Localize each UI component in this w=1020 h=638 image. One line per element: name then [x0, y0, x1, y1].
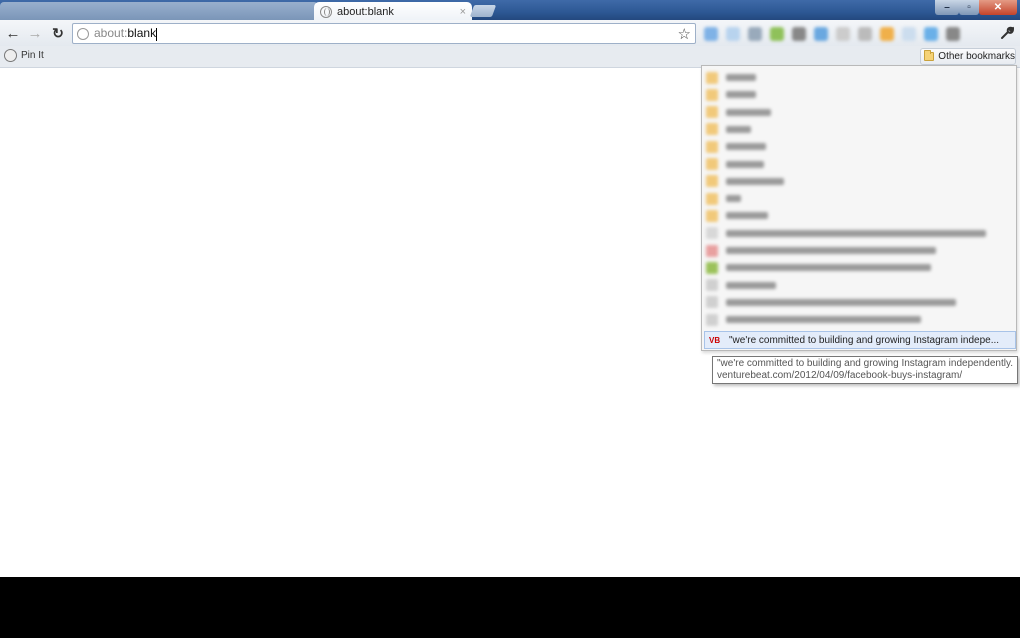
tab-title: about:blank	[337, 5, 394, 18]
address-text[interactable]: about:blank	[94, 26, 158, 41]
dropdown-item[interactable]	[706, 311, 921, 328]
dropdown-item[interactable]	[706, 277, 776, 294]
close-window-button[interactable]: ✕	[979, 0, 1017, 15]
dropdown-item-highlighted[interactable]: VB "we're committed to building and grow…	[704, 331, 1016, 349]
dropdown-item[interactable]	[706, 259, 931, 276]
back-button[interactable]: ←	[4, 24, 22, 42]
dropdown-item-label	[726, 125, 751, 133]
bookmark-icon[interactable]	[836, 26, 850, 41]
new-tab-button[interactable]	[469, 5, 497, 17]
dropdown-item-label	[726, 298, 956, 306]
dropdown-item-icon	[706, 158, 718, 170]
folder-icon	[924, 50, 935, 61]
bookmark-pin-it[interactable]: Pin It	[4, 49, 44, 62]
dropdown-item-label	[726, 247, 936, 254]
bookmark-icon[interactable]	[858, 26, 872, 41]
dropdown-item-icon	[706, 227, 718, 240]
dropdown-item-icon	[706, 88, 718, 101]
dropdown-item[interactable]	[706, 207, 768, 224]
dropdown-item-icon	[706, 296, 718, 309]
extension-icons[interactable]	[702, 23, 994, 44]
tab-about-blank[interactable]: about:blank ×	[314, 2, 472, 21]
dropdown-item-label: "we're committed to building and growing…	[729, 334, 1000, 346]
dropdown-item[interactable]	[706, 104, 771, 121]
tab-close-icon[interactable]: ×	[460, 6, 466, 18]
dropdown-item-icon	[706, 192, 718, 205]
dropdown-item[interactable]	[706, 121, 751, 138]
dropdown-item-icon	[706, 261, 718, 274]
navigation-toolbar: ← → ↻ about:blank ☆	[0, 20, 1020, 46]
tooltip-title: "we're committed to building and growing…	[717, 358, 1013, 369]
venturebeat-icon: VB	[709, 335, 721, 345]
dropdown-item-icon	[706, 123, 718, 136]
dropdown-item[interactable]	[706, 242, 936, 259]
dropdown-item[interactable]	[706, 173, 784, 190]
bookmark-icon[interactable]	[792, 26, 806, 41]
bookmarks-dropdown-menu[interactable]: VB "we're committed to building and grow…	[701, 65, 1017, 351]
dropdown-item-icon	[706, 279, 718, 292]
bookmark-icon[interactable]	[924, 26, 938, 41]
dropdown-item[interactable]	[706, 86, 756, 103]
page-icon	[77, 27, 89, 40]
bookmark-icon[interactable]	[770, 26, 784, 41]
tooltip-url: venturebeat.com/2012/04/09/facebook-buys…	[717, 370, 963, 381]
dropdown-item[interactable]	[706, 294, 956, 311]
globe-icon	[320, 5, 332, 18]
dropdown-item-icon	[706, 106, 718, 119]
bookmark-star-icon[interactable]: ☆	[678, 25, 691, 43]
other-bookmarks-button[interactable]: Other bookmarks	[920, 48, 1016, 65]
dropdown-item-label	[726, 108, 771, 116]
dropdown-item-label	[726, 143, 766, 151]
bookmark-icon[interactable]	[748, 26, 762, 41]
address-bar[interactable]: about:blank ☆	[72, 23, 696, 44]
tab-inactive[interactable]	[0, 2, 318, 20]
dropdown-item-label	[726, 281, 776, 289]
dropdown-item[interactable]	[706, 138, 766, 155]
dropdown-item-label	[726, 212, 768, 220]
other-bookmarks-label: Other bookmarks	[938, 51, 1015, 62]
dropdown-item-label	[726, 177, 784, 185]
bookmark-icon[interactable]	[902, 26, 916, 41]
text-caret	[156, 27, 158, 41]
dropdown-item[interactable]	[706, 190, 741, 207]
bookmark-icon[interactable]	[946, 26, 960, 41]
maximize-button[interactable]: ▫	[959, 0, 979, 15]
minimize-button[interactable]: –	[935, 0, 959, 15]
bookmark-icon[interactable]	[880, 26, 894, 41]
address-scheme: about:	[94, 26, 128, 41]
dropdown-item-label	[726, 229, 986, 237]
dropdown-item-icon	[706, 140, 718, 153]
dropdown-item-icon	[706, 71, 718, 84]
reload-button[interactable]: ↻	[49, 24, 67, 42]
pin-it-label: Pin It	[21, 50, 44, 61]
address-host: blank	[127, 26, 157, 41]
dropdown-item-label	[726, 264, 931, 272]
bookmark-icon[interactable]	[704, 26, 718, 41]
bookmark-icon[interactable]	[814, 26, 828, 41]
dropdown-item-label	[726, 195, 741, 203]
dropdown-item-label	[726, 74, 756, 81]
bookmark-tooltip: "we're committed to building and growing…	[712, 356, 1018, 384]
dropdown-item-icon	[706, 209, 718, 222]
dropdown-item[interactable]	[706, 69, 756, 86]
dropdown-item-icon	[706, 313, 718, 326]
wrench-svg	[1001, 26, 1014, 39]
forward-button[interactable]: →	[26, 24, 44, 42]
dropdown-item[interactable]	[706, 156, 764, 173]
wrench-icon[interactable]	[998, 24, 1016, 42]
dropdown-item[interactable]	[706, 225, 986, 242]
title-bar: about:blank × – ▫ ✕	[0, 0, 1020, 21]
dropdown-item-icon	[706, 175, 718, 188]
dropdown-item-label	[726, 316, 921, 324]
dropdown-item-label	[726, 160, 764, 168]
dropdown-item-icon	[706, 244, 718, 257]
dropdown-item-label	[726, 91, 756, 99]
pin-icon	[4, 49, 17, 62]
screen-border	[0, 577, 1020, 638]
bookmark-icon[interactable]	[726, 26, 740, 41]
